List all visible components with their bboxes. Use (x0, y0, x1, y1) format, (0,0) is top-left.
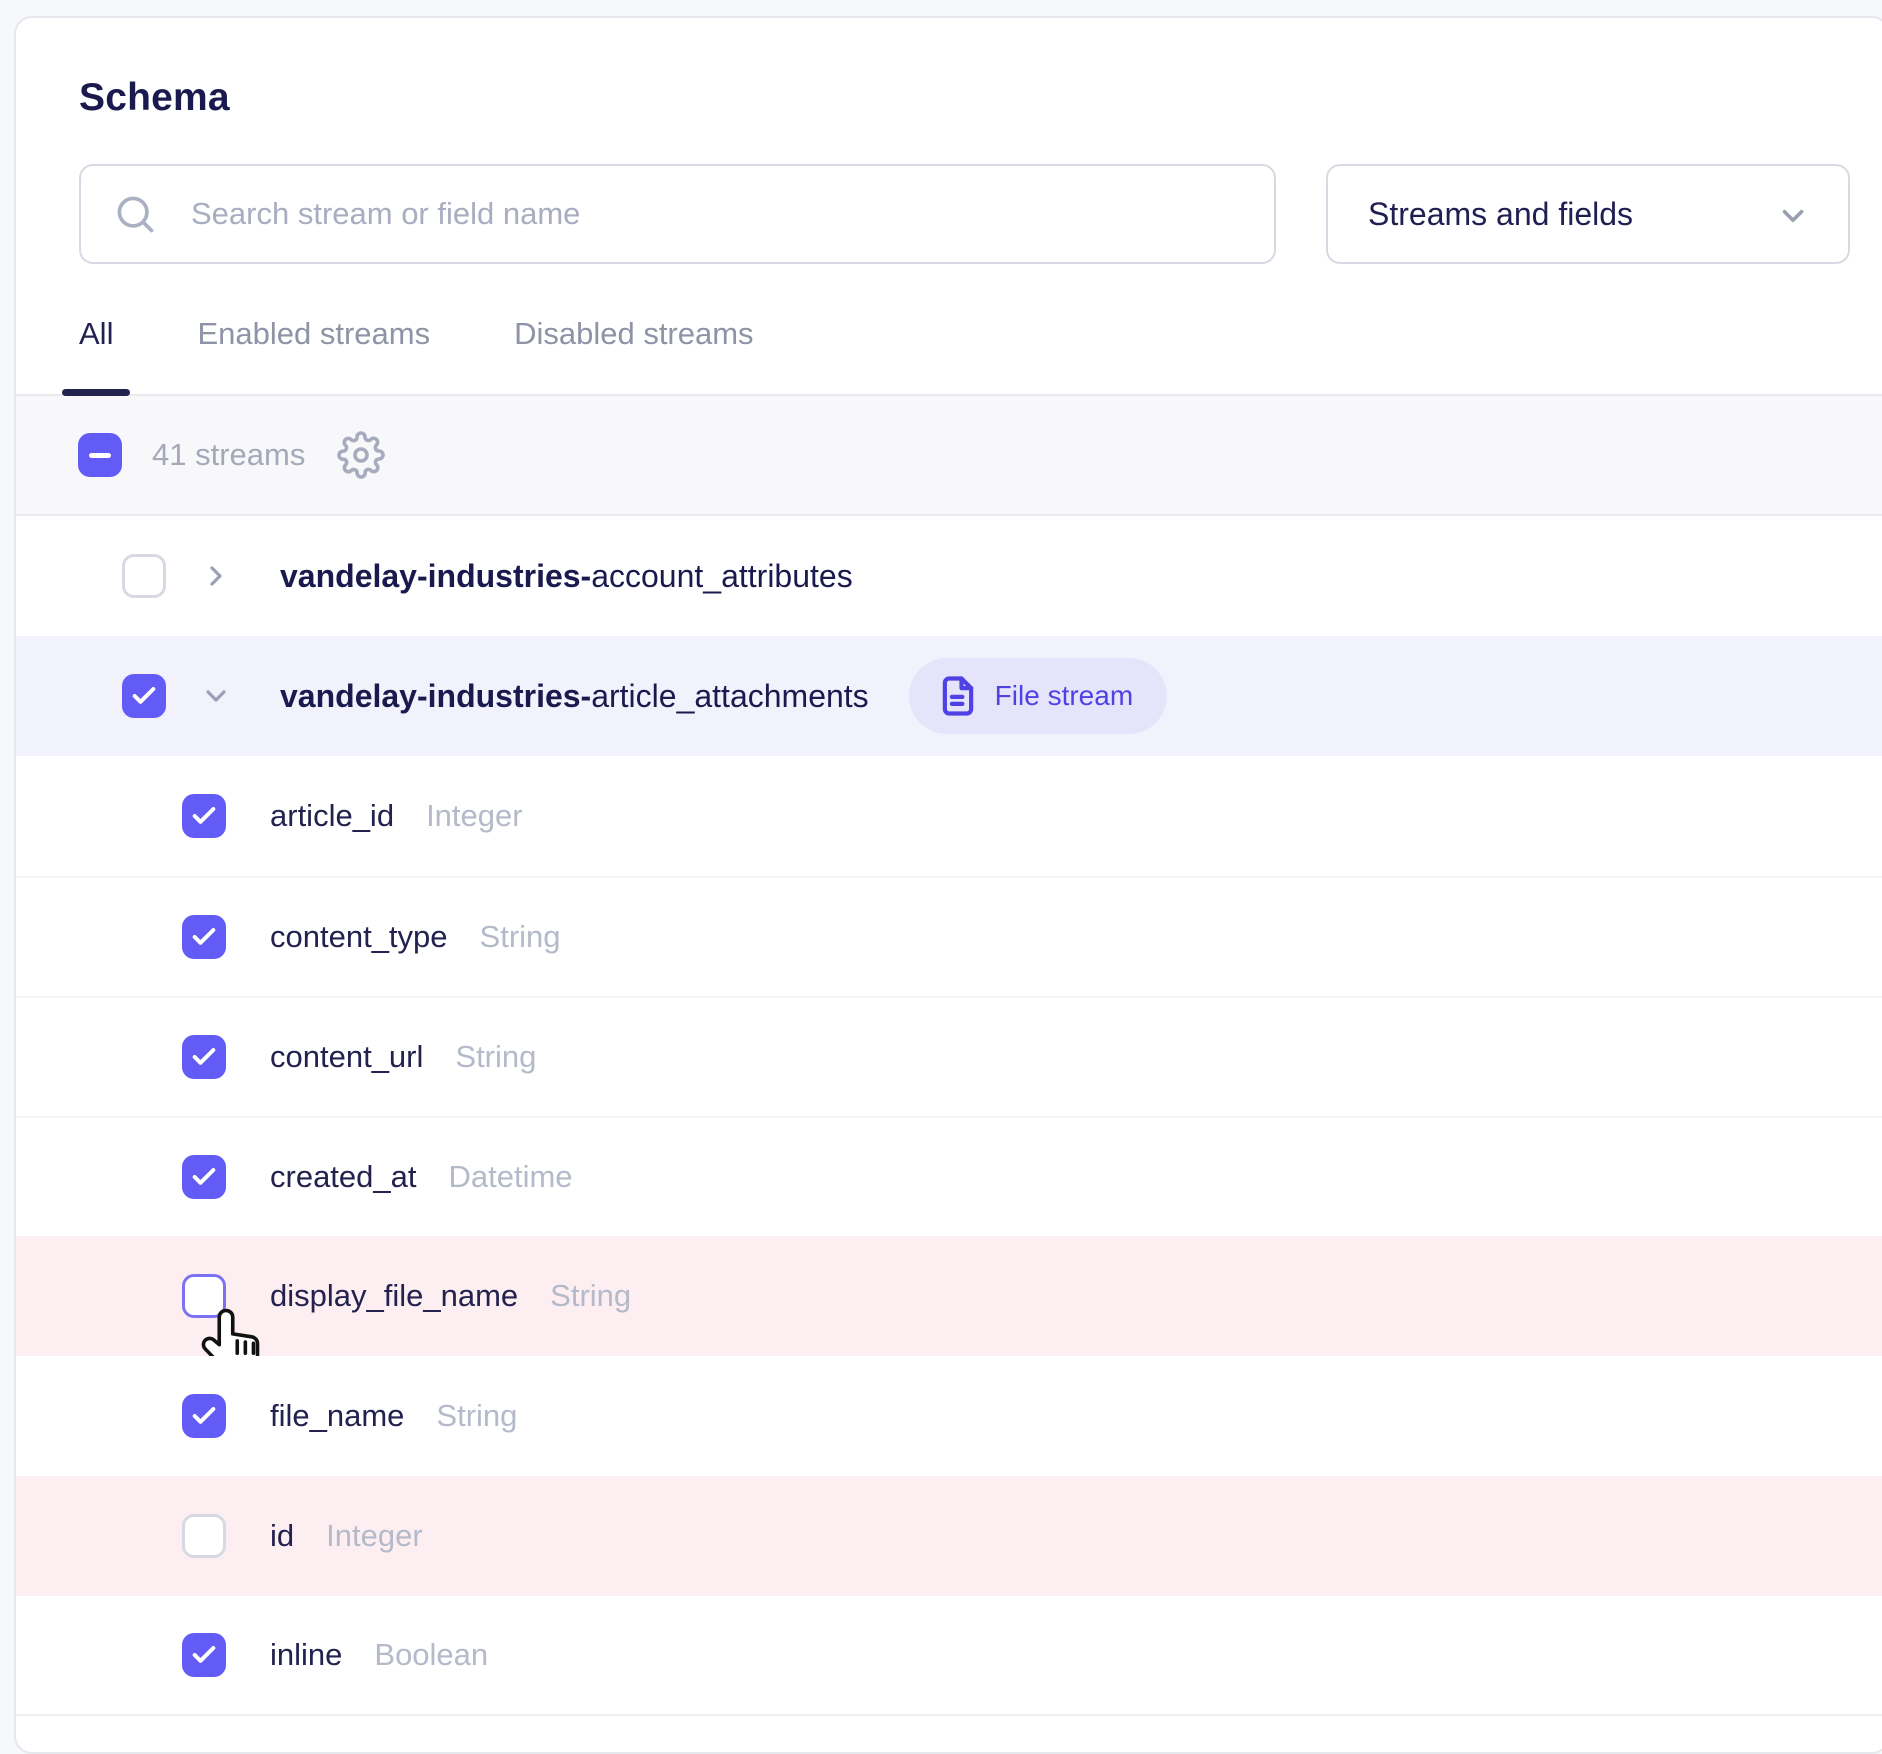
field-checkbox[interactable] (182, 1633, 226, 1677)
field-type: Integer (326, 1518, 423, 1554)
field-checkbox[interactable] (182, 1155, 226, 1199)
field-name: display_file_name (270, 1278, 518, 1314)
stream-row-article-attachments[interactable]: vandelay-industries-article_attachments … (16, 636, 1882, 756)
stream-row-account-attributes[interactable]: vandelay-industries-account_attributes (16, 516, 1882, 636)
chevron-down-icon[interactable] (200, 680, 232, 712)
field-name: id (270, 1518, 294, 1554)
controls-row: Streams and fields (79, 164, 1850, 264)
file-stream-badge: File stream (909, 658, 1167, 734)
field-row-inline[interactable]: inline Boolean (16, 1596, 1882, 1716)
select-all-checkbox[interactable] (78, 433, 122, 477)
stream-name-suffix: account_attributes (591, 558, 853, 594)
field-name: content_type (270, 919, 448, 955)
field-type: String (436, 1398, 517, 1434)
tab-all[interactable]: All (62, 316, 130, 394)
tab-enabled-streams[interactable]: Enabled streams (180, 316, 447, 394)
stream-name: vandelay-industries-account_attributes (280, 558, 853, 595)
chevron-right-icon[interactable] (200, 560, 232, 592)
field-name: file_name (270, 1398, 404, 1434)
file-stream-badge-label: File stream (995, 680, 1133, 712)
file-text-icon (937, 675, 979, 717)
field-type: Datetime (449, 1159, 573, 1195)
field-name: content_url (270, 1039, 423, 1075)
field-name: created_at (270, 1159, 417, 1195)
check-icon (130, 682, 158, 710)
scope-dropdown[interactable]: Streams and fields (1326, 164, 1850, 264)
field-row-display-file-name[interactable]: display_file_name String (16, 1236, 1882, 1356)
stream-name-suffix: article_attachments (591, 678, 868, 714)
check-icon (190, 802, 218, 830)
page-title: Schema (79, 76, 1850, 120)
gear-icon[interactable] (337, 431, 385, 479)
streams-count: 41 streams (152, 437, 305, 473)
field-checkbox[interactable] (182, 1394, 226, 1438)
field-row-content-url[interactable]: content_url String (16, 996, 1882, 1116)
stream-name-prefix: vandelay-industries- (280, 558, 591, 594)
field-row-id[interactable]: id Integer (16, 1476, 1882, 1596)
tab-enabled-streams-label: Enabled streams (197, 316, 430, 351)
field-checkbox[interactable] (182, 1514, 226, 1558)
check-icon (190, 1402, 218, 1430)
tab-all-label: All (79, 316, 113, 351)
tab-disabled-streams[interactable]: Disabled streams (497, 316, 770, 394)
scope-dropdown-value: Streams and fields (1368, 196, 1633, 233)
search-icon (113, 192, 157, 236)
field-type: Boolean (374, 1637, 488, 1673)
chevron-down-icon (1776, 199, 1810, 233)
check-icon (190, 1641, 218, 1669)
search-box (79, 164, 1276, 264)
active-tab-underline (62, 389, 130, 396)
schema-panel: Schema Streams and fields All (14, 16, 1882, 1754)
field-type: String (550, 1278, 631, 1314)
stream-checkbox[interactable] (122, 554, 166, 598)
field-row-content-type[interactable]: content_type String (16, 876, 1882, 996)
field-checkbox[interactable] (182, 1035, 226, 1079)
stream-name-prefix: vandelay-industries- (280, 678, 591, 714)
field-type: String (480, 919, 561, 955)
field-name: article_id (270, 798, 394, 834)
field-row-file-name[interactable]: file_name String (16, 1356, 1882, 1476)
check-icon (190, 1043, 218, 1071)
streams-list-header: 41 streams (16, 396, 1882, 516)
field-type: Integer (426, 798, 523, 834)
search-input[interactable] (79, 164, 1276, 264)
stream-filter-tabs: All Enabled streams Disabled streams (16, 316, 1882, 396)
field-checkbox[interactable] (182, 794, 226, 838)
field-name: inline (270, 1637, 342, 1673)
check-icon (190, 1163, 218, 1191)
field-type: String (455, 1039, 536, 1075)
stream-checkbox[interactable] (122, 674, 166, 718)
check-icon (190, 923, 218, 951)
stream-name: vandelay-industries-article_attachments (280, 678, 869, 715)
field-row-article-id[interactable]: article_id Integer (16, 756, 1882, 876)
field-checkbox[interactable] (182, 915, 226, 959)
indeterminate-dash-icon (89, 453, 111, 458)
field-row-created-at[interactable]: created_at Datetime (16, 1116, 1882, 1236)
tab-disabled-streams-label: Disabled streams (514, 316, 753, 351)
panel-header: Schema Streams and fields (16, 18, 1882, 264)
